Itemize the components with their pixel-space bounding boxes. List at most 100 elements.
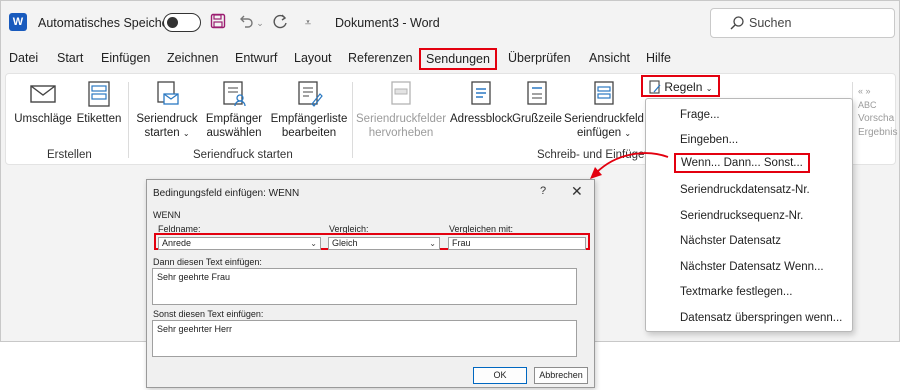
sonst-label: Sonst diesen Text einfügen: xyxy=(153,309,264,319)
abbrechen-button[interactable]: Abbrechen xyxy=(534,367,588,384)
dann-value: Sehr geehrte Frau xyxy=(157,272,231,282)
umschlaege-button[interactable]: Umschläge xyxy=(14,80,72,126)
dann-label: Dann diesen Text einfügen: xyxy=(153,257,262,267)
group-erstellen-label: Erstellen xyxy=(47,149,92,161)
empfaengerliste-label-1: Empfängerliste xyxy=(270,113,348,125)
group-separator xyxy=(128,82,129,158)
document-title: Dokument3 - Word xyxy=(335,16,440,30)
vorschau-ergebnisse-button[interactable]: « » ABC Vorscha Ergebnis xyxy=(858,84,898,140)
tab-sendungen[interactable]: Sendungen xyxy=(419,48,497,70)
chevron-down-icon: ⌄ xyxy=(182,129,190,138)
menu-item-frage[interactable]: Frage... xyxy=(680,109,720,121)
menu-item-textmarke-festlegen[interactable]: Textmarke festlegen... xyxy=(680,286,793,298)
menu-item-eingeben[interactable]: Eingeben... xyxy=(680,134,738,146)
rules-icon xyxy=(649,80,661,94)
tab-einfuegen[interactable]: Einfügen xyxy=(101,51,150,65)
menu-item-naechster-datensatz-wenn[interactable]: Nächster Datensatz Wenn... xyxy=(680,261,824,273)
rules-dropdown-menu: Frage... Eingeben... Wenn... Dann... Son… xyxy=(645,98,853,332)
toggle-knob xyxy=(167,17,178,28)
seriendruck-starten-label-1: Seriendruck xyxy=(136,113,198,125)
feldname-select[interactable]: Anrede ⌄ xyxy=(158,237,321,250)
abc-label: ABC xyxy=(858,100,877,110)
tab-ansicht[interactable]: Ansicht xyxy=(589,51,630,65)
vergleichen-mit-input[interactable]: Frau xyxy=(448,237,586,250)
insert-if-field-dialog: Bedingungsfeld einfügen: WENN ? ✕ WENN F… xyxy=(146,179,595,388)
select-recipients-icon xyxy=(223,81,246,107)
etiketten-button[interactable]: Etiketten xyxy=(74,80,124,126)
tab-hilfe[interactable]: Hilfe xyxy=(646,51,671,65)
mail-merge-icon xyxy=(157,81,179,105)
etiketten-label: Etiketten xyxy=(76,113,122,125)
seriendruckfelder-label-1: Seriendruckfelder xyxy=(356,113,447,125)
seriendruckfeld-einfuegen-button[interactable]: Seriendruckfeld einfügen ⌄ xyxy=(564,80,644,141)
tab-start[interactable]: Start xyxy=(57,51,83,65)
dann-textarea[interactable]: Sehr geehrte Frau xyxy=(152,268,577,305)
envelope-icon xyxy=(30,85,56,103)
tab-layout[interactable]: Layout xyxy=(294,51,332,65)
vergleichen-mit-value: Frau xyxy=(452,238,471,248)
vorschau-label-1: Vorscha xyxy=(858,113,895,124)
vorschau-label-2: Ergebnis xyxy=(858,127,898,138)
customize-qat-icon[interactable]: ⩡ xyxy=(301,13,315,33)
tab-referenzen[interactable]: Referenzen xyxy=(348,51,413,65)
ok-button[interactable]: OK xyxy=(473,367,527,384)
menu-item-naechster-datensatz[interactable]: Nächster Datensatz xyxy=(680,235,781,247)
group-separator xyxy=(352,82,353,158)
group-seriendruck-label: Seriendruck starten xyxy=(193,149,293,161)
abc-icon: « » xyxy=(858,86,871,96)
greeting-line-icon xyxy=(527,81,547,105)
ribbon-tabs: Datei Start Einfügen Zeichnen Entwurf La… xyxy=(1,46,899,72)
empfaengerliste-bearbeiten-button[interactable]: Empfängerliste bearbeiten xyxy=(268,80,350,140)
regeln-button[interactable]: Regeln ⌄ xyxy=(641,75,721,97)
empfaenger-auswaehlen-button[interactable]: Empfänger auswählen ⌄ xyxy=(202,80,266,155)
empfaenger-label-1: Empfänger xyxy=(205,113,263,125)
insert-merge-field-icon xyxy=(594,81,614,105)
adressblock-label: Adressblock xyxy=(450,113,513,125)
tab-datei[interactable]: Datei xyxy=(9,51,38,65)
search-icon xyxy=(730,16,744,30)
menu-item-seriendrucksequenz-nr[interactable]: Seriendrucksequenz-Nr. xyxy=(680,210,803,222)
labels-icon xyxy=(88,81,110,107)
seriendruckfelder-hervorheben-button[interactable]: Seriendruckfelder hervorheben xyxy=(356,80,446,140)
feldname-value: Anrede xyxy=(162,238,192,248)
vergleich-value: Gleich xyxy=(332,238,358,248)
close-icon[interactable]: ✕ xyxy=(571,183,583,200)
menu-item-datensatz-ueberspringen[interactable]: Datensatz überspringen wenn... xyxy=(680,312,842,324)
empfaenger-label-2: auswählen xyxy=(206,127,262,139)
autosave-label: Automatisches Speichern xyxy=(38,16,180,30)
redo-icon[interactable] xyxy=(271,13,291,33)
highlight-fields-icon xyxy=(391,81,411,105)
menu-item-seriendruckdatensatz-nr[interactable]: Seriendruckdatensatz-Nr. xyxy=(680,184,810,196)
save-icon[interactable] xyxy=(209,13,227,33)
tab-entwurf[interactable]: Entwurf xyxy=(235,51,277,65)
chevron-down-icon: ⌄ xyxy=(429,239,436,248)
chevron-down-icon: ⌄ xyxy=(310,239,317,248)
menu-item-wenn-dann-sonst[interactable]: Wenn... Dann... Sonst... xyxy=(674,153,810,173)
seriendruck-starten-button[interactable]: Seriendruck starten ⌄ xyxy=(134,80,200,141)
grusszeile-label: Grußzeile xyxy=(512,113,562,125)
seriendruck-starten-label-2: starten xyxy=(144,127,180,139)
undo-dropdown-icon[interactable]: ⌄ xyxy=(255,13,265,33)
word-logo-icon: W xyxy=(9,13,27,31)
seriendruckfelder-label-2: hervorheben xyxy=(368,127,434,139)
search-box[interactable] xyxy=(710,8,895,38)
chevron-down-icon: ⌄ xyxy=(624,129,632,138)
seriendruckfeld-label-2: einfügen xyxy=(576,127,622,139)
search-input[interactable] xyxy=(749,15,879,31)
autosave-toggle[interactable] xyxy=(163,13,201,32)
tab-ueberpruefen[interactable]: Überprüfen xyxy=(508,51,571,65)
help-button[interactable]: ? xyxy=(540,185,546,197)
vergleich-select[interactable]: Gleich ⌄ xyxy=(328,237,440,250)
title-bar: W Automatisches Speichern ⌄ ⩡ Dokument3 … xyxy=(1,1,899,45)
umschlaege-label: Umschläge xyxy=(14,113,72,125)
annotation-arrow-icon xyxy=(590,152,669,179)
adressblock-button[interactable]: Adressblock xyxy=(450,80,513,126)
condition-row-highlight: Anrede ⌄ Gleich ⌄ Frau xyxy=(154,233,590,250)
undo-icon[interactable] xyxy=(237,13,255,33)
sonst-textarea[interactable]: Sehr geehrter Herr xyxy=(152,320,577,357)
address-block-icon xyxy=(471,81,491,105)
grusszeile-button[interactable]: Grußzeile xyxy=(512,80,562,126)
seriendruckfeld-label-1: Seriendruckfeld xyxy=(564,113,644,125)
tab-zeichnen[interactable]: Zeichnen xyxy=(167,51,218,65)
edit-list-icon xyxy=(298,81,323,107)
